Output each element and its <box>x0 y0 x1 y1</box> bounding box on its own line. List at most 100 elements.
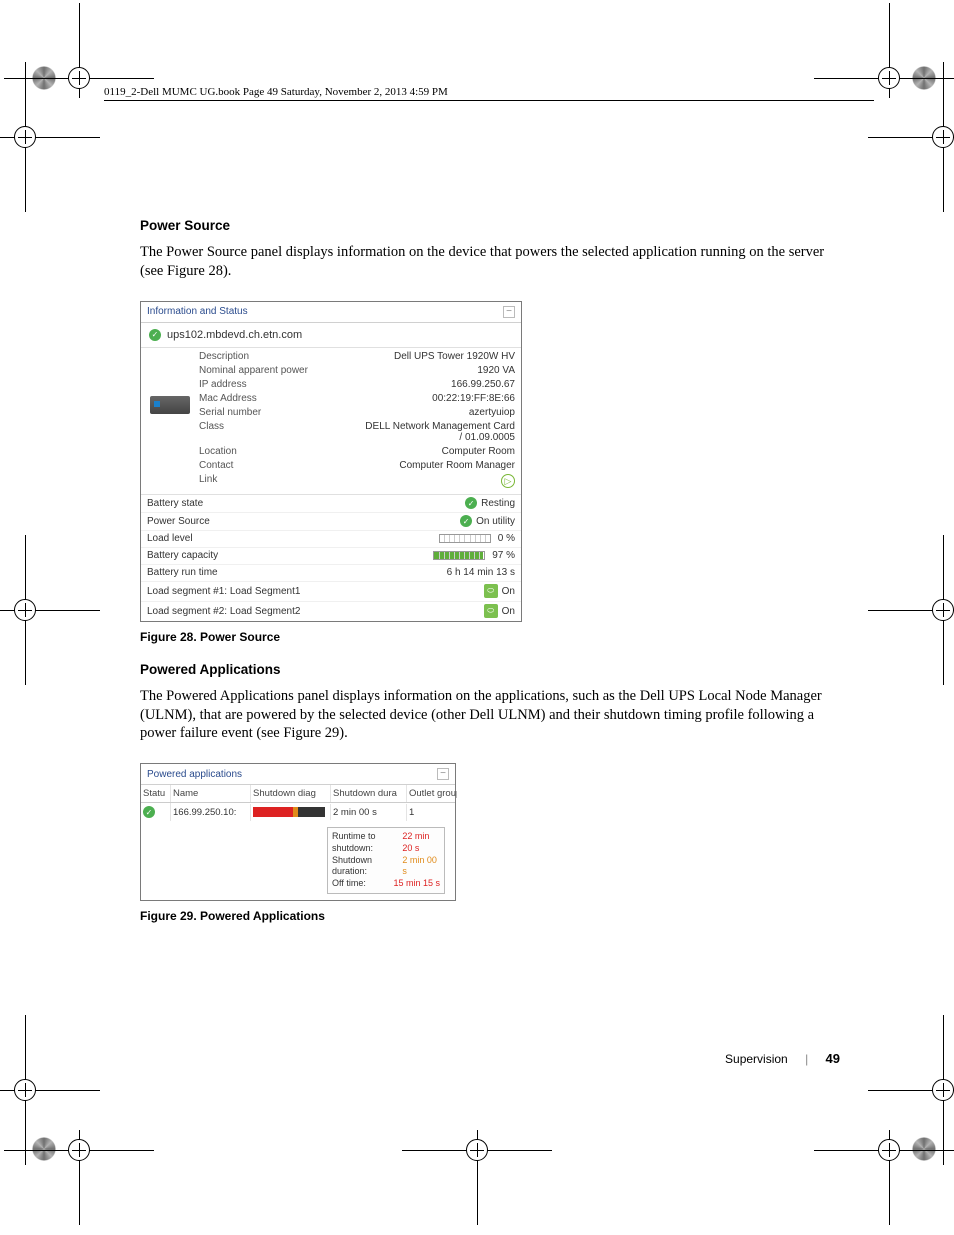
panel-title-text: Information and Status <box>147 306 248 317</box>
status-ok-icon <box>143 806 155 818</box>
status-ok-icon <box>149 329 161 341</box>
capacity-bar <box>433 551 485 560</box>
battery-state-row: Battery state Resting <box>141 495 521 513</box>
panel2-title-text: Powered applications <box>147 769 242 780</box>
registration-mark-icon <box>928 1075 954 1105</box>
load-segment1-row: Load segment #1: Load Segment1 On <box>141 582 521 602</box>
registration-mark-icon <box>928 122 954 152</box>
figure28-caption: Figure 28. Power Source <box>140 630 840 644</box>
page-content: Power Source The Power Source panel disp… <box>140 218 840 941</box>
registration-mark-icon <box>874 1135 904 1165</box>
collapse-icon[interactable]: − <box>437 768 449 780</box>
crop-header-rule <box>104 100 874 101</box>
powered-apps-paragraph: The Powered Applications panel displays … <box>140 687 840 744</box>
cell-shutdown-diag <box>251 804 331 820</box>
kv-label: Load segment #2: Load Segment2 <box>147 606 300 617</box>
load-level-row: Load level 0 % <box>141 531 521 548</box>
cell-status <box>141 803 171 821</box>
collapse-icon[interactable]: − <box>503 306 515 318</box>
tt-value: 22 min 20 s <box>402 831 440 854</box>
outlet-icon <box>484 584 498 598</box>
kv-value-text: 6 h 14 min 13 s <box>447 567 515 578</box>
battery-capacity-row: Battery capacity 97 % <box>141 548 521 565</box>
device-info-grid: Description Dell UPS Tower 1920W HV Nomi… <box>141 348 521 495</box>
footer-separator: | <box>805 1052 808 1066</box>
info-label: Contact <box>199 459 360 473</box>
starburst-corner-icon <box>912 1137 936 1161</box>
load-bar <box>439 534 491 543</box>
information-status-panel: Information and Status − ups102.mbdevd.c… <box>140 301 522 622</box>
kv-value-text: On <box>502 586 515 597</box>
info-value-link <box>360 473 521 490</box>
tt-value: 2 min 00 s <box>402 855 440 878</box>
registration-mark-icon <box>10 1075 40 1105</box>
registration-mark-icon <box>874 63 904 93</box>
kv-label: Battery state <box>147 498 203 509</box>
tt-label: Runtime to shutdown: <box>332 831 402 854</box>
ups-image-cell <box>141 350 199 414</box>
table-header: Statu Name Shutdown diag Shutdown dura O… <box>141 785 455 803</box>
shutdown-tooltip: Runtime to shutdown:22 min 20 s Shutdown… <box>327 827 445 893</box>
page-footer: Supervision | 49 <box>140 1051 840 1066</box>
th-name: Name <box>171 785 251 802</box>
footer-section: Supervision <box>725 1052 788 1066</box>
kv-value: 0 % <box>439 533 515 544</box>
info-label: Description <box>199 350 360 364</box>
info-label: Mac Address <box>199 392 360 406</box>
footer-page-number: 49 <box>826 1051 840 1066</box>
info-value: Computer Room Manager <box>360 459 521 473</box>
info-value: azertyuiop <box>360 406 521 420</box>
kv-value-text: On utility <box>476 516 515 527</box>
power-source-row: Power Source On utility <box>141 513 521 531</box>
kv-label: Battery run time <box>147 567 218 578</box>
device-name-row: ups102.mbdevd.ch.etn.com <box>141 323 521 348</box>
kv-value-text: 0 % <box>498 533 515 544</box>
power-source-paragraph: The Power Source panel displays informat… <box>140 243 840 281</box>
info-label: Location <box>199 445 360 459</box>
tt-value: 15 min 15 s <box>393 878 440 890</box>
ups-device-icon <box>150 396 190 414</box>
registration-mark-icon <box>64 1135 94 1165</box>
kv-label: Load level <box>147 533 193 544</box>
status-ok-icon <box>465 497 477 509</box>
power-source-heading: Power Source <box>140 218 840 233</box>
kv-value: On <box>484 584 515 598</box>
figure29-caption: Figure 29. Powered Applications <box>140 909 840 923</box>
info-label: Nominal apparent power <box>199 364 360 378</box>
load-segment2-row: Load segment #2: Load Segment2 On <box>141 602 521 621</box>
registration-mark-icon <box>462 1135 492 1165</box>
kv-value: Resting <box>465 497 515 509</box>
tt-label: Shutdown duration: <box>332 855 402 878</box>
starburst-corner-icon <box>32 1137 56 1161</box>
registration-mark-icon <box>64 63 94 93</box>
powered-apps-heading: Powered Applications <box>140 662 840 677</box>
info-label: Serial number <box>199 406 360 420</box>
device-hostname: ups102.mbdevd.ch.etn.com <box>167 329 302 341</box>
panel-title-row: Information and Status − <box>141 302 521 323</box>
cell-name: 166.99.250.10: <box>171 804 251 821</box>
info-label: IP address <box>199 378 360 392</box>
th-status: Statu <box>141 785 171 802</box>
cell-shutdown-dur: 2 min 00 s <box>331 804 407 821</box>
registration-mark-icon <box>10 122 40 152</box>
kv-value-text: 97 % <box>492 550 515 561</box>
th-shutdown-dur: Shutdown dura <box>331 785 407 802</box>
battery-runtime-row: Battery run time 6 h 14 min 13 s <box>141 565 521 582</box>
th-shutdown-diag: Shutdown diag <box>251 785 331 802</box>
outlet-icon <box>484 604 498 618</box>
tt-label: Off time: <box>332 878 366 890</box>
info-label: Link <box>199 473 360 487</box>
th-outlet-group: Outlet group <box>407 785 457 802</box>
info-value: Computer Room <box>360 445 521 459</box>
link-arrow-icon[interactable] <box>501 474 515 488</box>
kv-value: 97 % <box>433 550 515 561</box>
kv-value-text: On <box>502 606 515 617</box>
kv-label: Load segment #1: Load Segment1 <box>147 586 300 597</box>
table-row[interactable]: 166.99.250.10: 2 min 00 s 1 <box>141 803 455 821</box>
info-value: DELL Network Management Card / 01.09.000… <box>360 420 521 445</box>
status-ok-icon <box>460 515 472 527</box>
kv-value-text: Resting <box>481 498 515 509</box>
registration-mark-icon <box>928 595 954 625</box>
info-value: 1920 VA <box>360 364 521 378</box>
kv-value: On utility <box>460 515 515 527</box>
